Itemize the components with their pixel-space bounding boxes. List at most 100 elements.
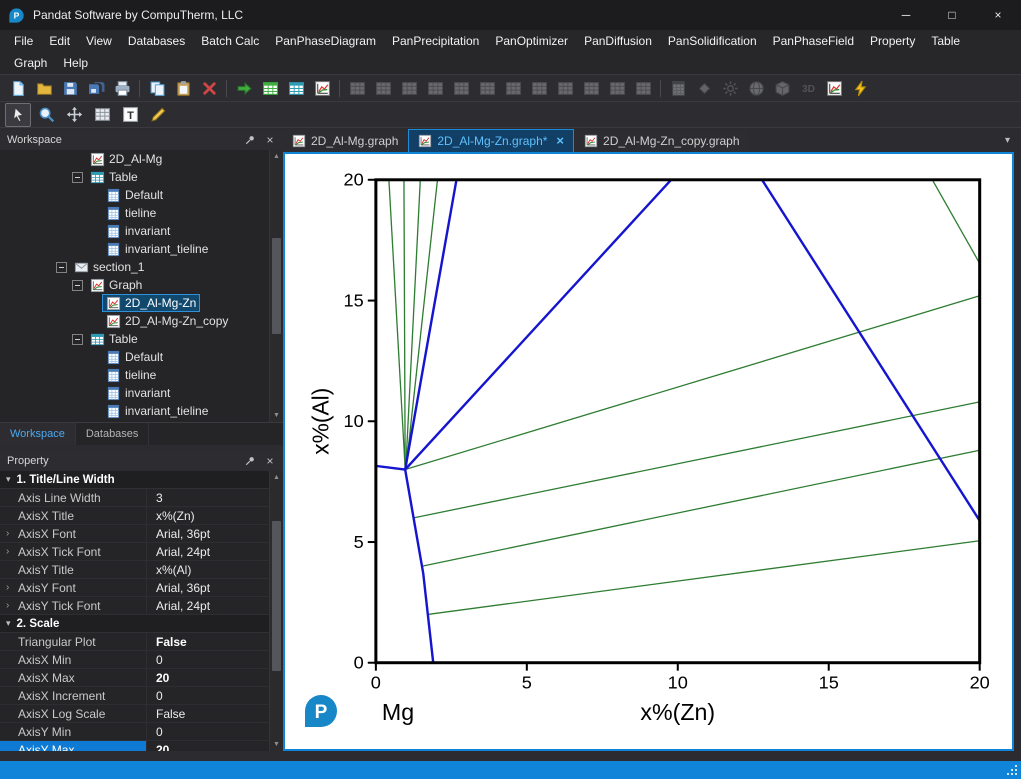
expand-arrow-icon[interactable]: › <box>6 546 9 557</box>
tree-scrollbar-thumb[interactable] <box>272 238 281 334</box>
tree-item-graph[interactable]: Graph <box>0 276 283 294</box>
property-name-cell[interactable]: › AxisY Tick Font <box>0 597 146 614</box>
property-row-axis-line-width[interactable]: Axis Line Width 3 <box>0 489 283 507</box>
paste-button[interactable] <box>170 76 196 100</box>
tree-item-2d-al-mg-zn[interactable]: 2D_Al-Mg-Zn <box>0 294 283 312</box>
tree-item-invariant[interactable]: invariant <box>0 222 283 240</box>
property-row-axisx-max[interactable]: AxisX Max 20 <box>0 669 283 687</box>
property-value-cell[interactable]: x%(Al) <box>146 561 283 578</box>
pin-icon[interactable] <box>244 455 256 467</box>
property-name-cell[interactable]: AxisY Min <box>0 723 146 740</box>
menu-item-file[interactable]: File <box>6 34 41 48</box>
tree-item-default[interactable]: Default <box>0 348 283 366</box>
menu-item-help[interactable]: Help <box>55 56 96 70</box>
property-name-cell[interactable]: Triangular Plot <box>0 633 146 650</box>
document-tab-2d-al-mg-graph[interactable]: 2D_Al-Mg.graph <box>283 130 408 152</box>
pin-icon[interactable] <box>244 134 256 146</box>
tree-collapse-icon[interactable] <box>72 333 83 345</box>
property-name-cell[interactable]: AxisX Max <box>0 669 146 686</box>
menu-item-panphasefield[interactable]: PanPhaseField <box>765 34 862 48</box>
property-row-axisx-increment[interactable]: AxisX Increment 0 <box>0 687 283 705</box>
text-tool-button[interactable]: T <box>117 103 143 127</box>
close-panel-icon[interactable]: × <box>264 455 276 467</box>
property-value-cell[interactable]: 0 <box>146 687 283 704</box>
close-tab-icon[interactable]: × <box>556 134 564 147</box>
property-row-axisx-tick-font[interactable]: › AxisX Tick Font Arial, 24pt <box>0 543 283 561</box>
property-name-cell[interactable]: AxisY Title <box>0 561 146 578</box>
expand-arrow-icon[interactable]: › <box>6 600 9 611</box>
property-name-cell[interactable]: AxisY Max <box>0 741 146 751</box>
close-button[interactable]: × <box>975 0 1021 30</box>
expand-arrow-icon[interactable]: › <box>6 528 9 539</box>
tree-scrollbar[interactable]: ▲ ▼ <box>269 150 283 422</box>
property-row-axisy-title[interactable]: AxisY Title x%(Al) <box>0 561 283 579</box>
scroll-up-icon[interactable]: ▲ <box>270 150 283 163</box>
property-value-cell[interactable]: Arial, 24pt <box>146 543 283 560</box>
property-name-cell[interactable]: AxisX Min <box>0 651 146 668</box>
scatter-graph-button[interactable] <box>821 76 847 100</box>
property-value-cell[interactable]: Arial, 36pt <box>146 525 283 542</box>
copy-button[interactable] <box>144 76 170 100</box>
tree-collapse-icon[interactable] <box>72 171 83 183</box>
property-name-cell[interactable]: › AxisX Font <box>0 525 146 542</box>
property-row-axisx-log-scale[interactable]: AxisX Log Scale False <box>0 705 283 723</box>
tree-item-2d-al-mg-zn-copy[interactable]: 2D_Al-Mg-Zn_copy <box>0 312 283 330</box>
property-row-axisx-font[interactable]: › AxisX Font Arial, 36pt <box>0 525 283 543</box>
property-name-cell[interactable]: › AxisX Tick Font <box>0 543 146 560</box>
import-table-button[interactable] <box>257 76 283 100</box>
menu-item-table[interactable]: Table <box>923 34 968 48</box>
open-workspace-button[interactable] <box>31 76 57 100</box>
run-batch-calc-button[interactable] <box>231 76 257 100</box>
property-row-axisy-max[interactable]: AxisY Max 20 <box>0 741 283 751</box>
pan-tool-button[interactable] <box>61 103 87 127</box>
tree-item-tieline[interactable]: tieline <box>0 366 283 384</box>
property-section-1-title-line-width[interactable]: ▾ 1. Title/Line Width <box>0 471 283 489</box>
property-value-cell[interactable]: x%(Zn) <box>146 507 283 524</box>
tab-list-chevron-icon[interactable]: ▾ <box>1005 135 1010 146</box>
select-tool-button[interactable] <box>5 102 31 127</box>
tree-item-table[interactable]: Table <box>0 168 283 186</box>
property-section-2-scale[interactable]: ▾ 2. Scale <box>0 615 283 633</box>
close-panel-icon[interactable]: × <box>264 134 276 146</box>
property-value-cell[interactable]: Arial, 36pt <box>146 579 283 596</box>
menu-item-panprecipitation[interactable]: PanPrecipitation <box>384 34 487 48</box>
property-name-cell[interactable]: AxisX Log Scale <box>0 705 146 722</box>
property-value-cell[interactable]: 3 <box>146 489 283 506</box>
save-all-button[interactable] <box>83 76 109 100</box>
property-name-cell[interactable]: AxisX Title <box>0 507 146 524</box>
menu-item-panoptimizer[interactable]: PanOptimizer <box>487 34 576 48</box>
menu-item-graph[interactable]: Graph <box>6 56 55 70</box>
tree-item-tieline[interactable]: tieline <box>0 204 283 222</box>
property-row-axisx-title[interactable]: AxisX Title x%(Zn) <box>0 507 283 525</box>
menu-item-edit[interactable]: Edit <box>41 34 78 48</box>
property-row-triangular-plot[interactable]: Triangular Plot False <box>0 633 283 651</box>
tree-collapse-icon[interactable] <box>56 261 67 273</box>
scroll-down-icon[interactable]: ▼ <box>270 409 283 422</box>
tree-item-section-1[interactable]: section_1 <box>0 258 283 276</box>
property-row-axisx-min[interactable]: AxisX Min 0 <box>0 651 283 669</box>
annotate-tool-button[interactable] <box>145 103 171 127</box>
tree-item-invariant-tieline[interactable]: invariant_tieline <box>0 402 283 420</box>
graph-document[interactable]: 0 5 10 15 20 0 5 10 15 20 x%(Zn) x%(Al) Mg P <box>283 152 1014 751</box>
menu-item-property[interactable]: Property <box>862 34 923 48</box>
menu-item-pansolidification[interactable]: PanSolidification <box>660 34 765 48</box>
property-scrollbar-thumb[interactable] <box>272 521 281 671</box>
property-name-cell[interactable]: Axis Line Width <box>0 489 146 506</box>
property-value-cell[interactable]: 0 <box>146 723 283 740</box>
minimize-button[interactable]: ─ <box>883 0 929 30</box>
document-tab-2d-al-mg-zn-graph[interactable]: 2D_Al-Mg-Zn.graph* × <box>408 129 575 152</box>
tree-item-table[interactable]: Table <box>0 330 283 348</box>
save-workspace-button[interactable] <box>57 76 83 100</box>
zoom-tool-button[interactable] <box>33 103 59 127</box>
menu-item-panphasediagram[interactable]: PanPhaseDiagram <box>267 34 384 48</box>
tree-item-invariant-tieline[interactable]: invariant_tieline <box>0 240 283 258</box>
expand-arrow-icon[interactable]: › <box>6 582 9 593</box>
property-name-cell[interactable]: AxisX Increment <box>0 687 146 704</box>
tree-item-2d-al-mg[interactable]: 2D_Al-Mg <box>0 150 283 168</box>
property-row-axisy-min[interactable]: AxisY Min 0 <box>0 723 283 741</box>
document-tab-2d-al-mg-zn-copy-graph[interactable]: 2D_Al-Mg-Zn_copy.graph <box>575 130 749 152</box>
tree-item-invariant[interactable]: invariant <box>0 384 283 402</box>
panel-tab-databases[interactable]: Databases <box>76 423 150 445</box>
property-value-cell[interactable]: False <box>146 633 283 650</box>
table-tool-button[interactable] <box>89 103 115 127</box>
